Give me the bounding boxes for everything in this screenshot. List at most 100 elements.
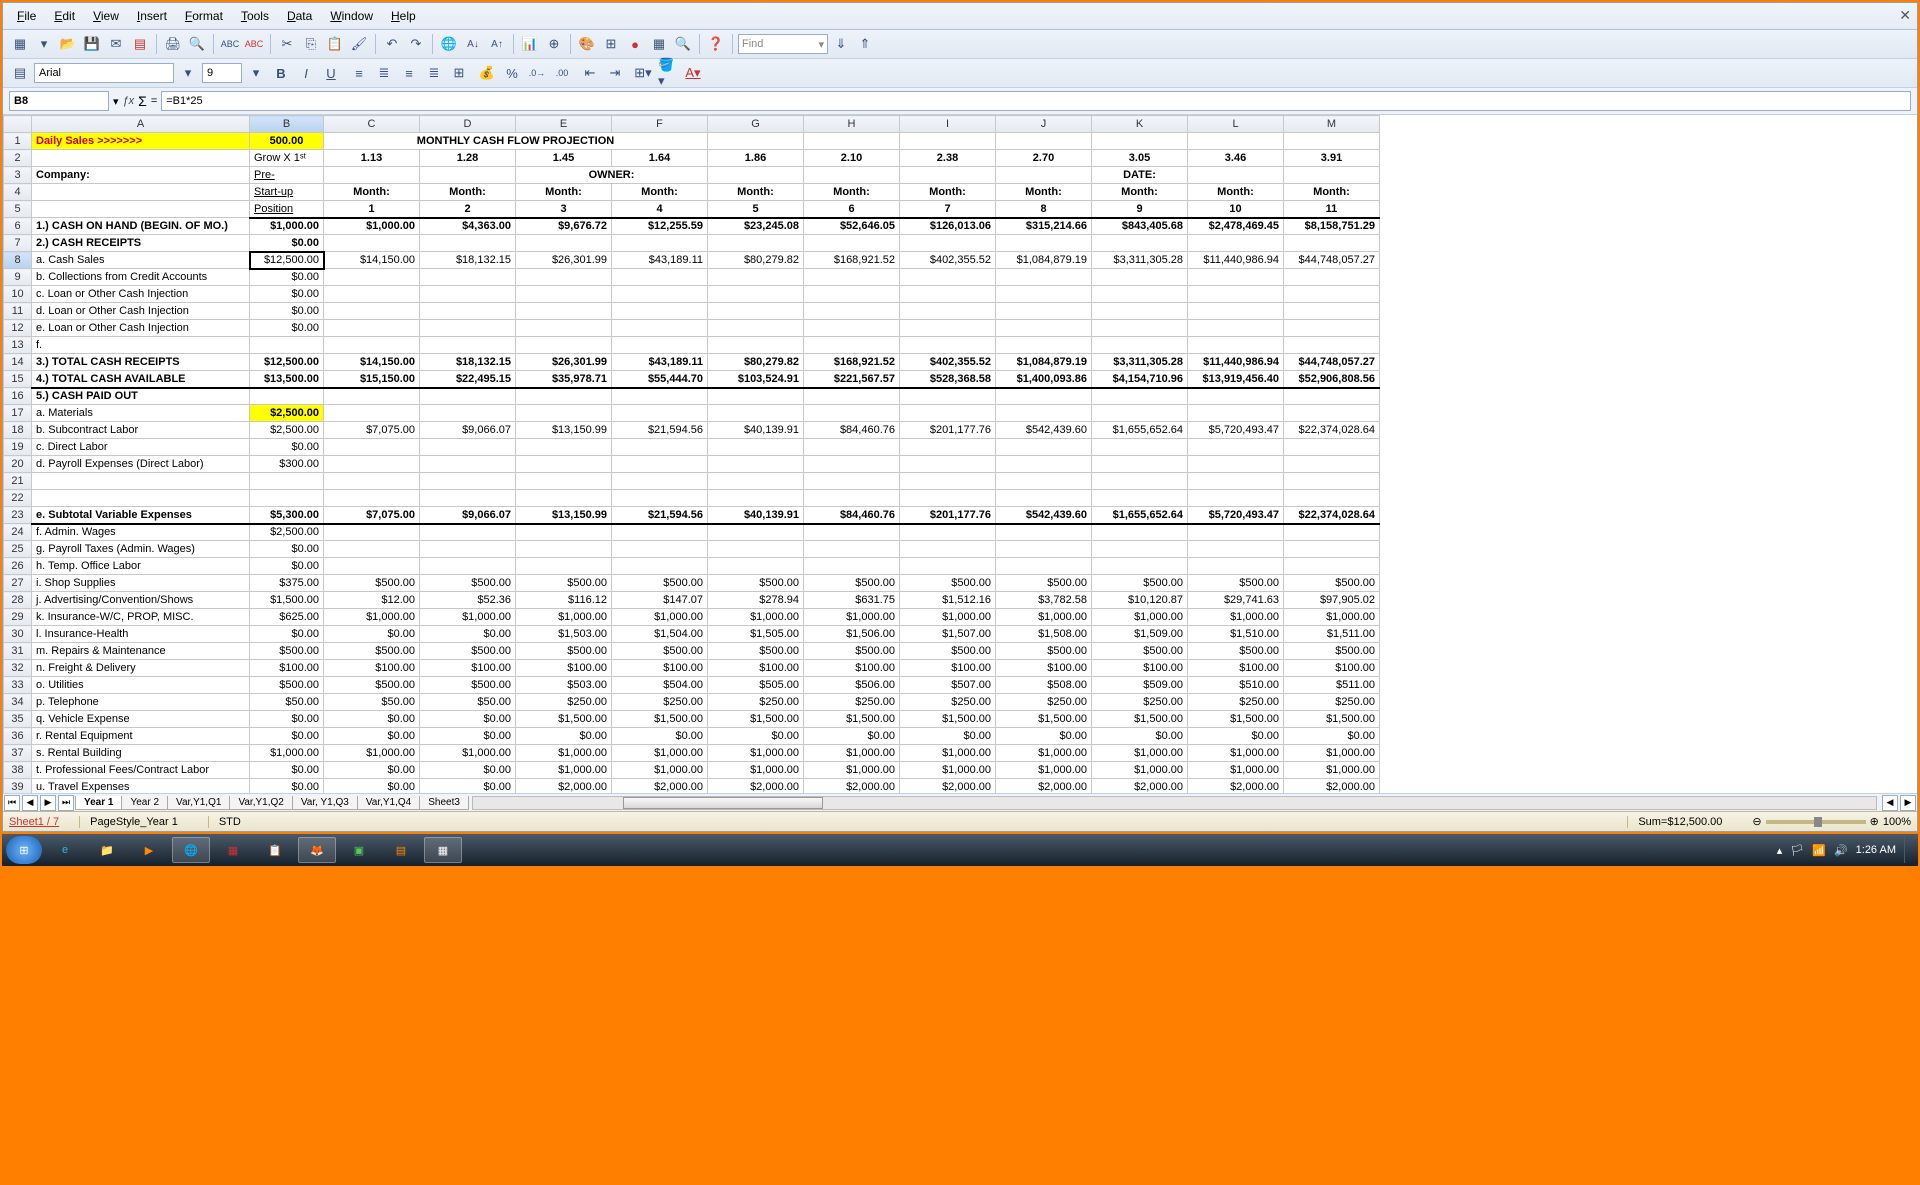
column-header[interactable]: H [804, 116, 900, 133]
row-header[interactable]: 38 [4, 762, 32, 779]
cell[interactable] [1092, 405, 1188, 422]
format-paint-icon[interactable]: 🖌 [348, 33, 370, 55]
find-input[interactable]: Find▾ [738, 34, 828, 54]
media-icon[interactable]: ▶ [130, 837, 168, 863]
menu-insert[interactable]: Insert [131, 7, 173, 25]
column-header[interactable]: E [516, 116, 612, 133]
cell[interactable] [900, 303, 996, 320]
row-header[interactable]: 36 [4, 728, 32, 745]
column-header[interactable]: J [996, 116, 1092, 133]
cell[interactable]: $100.00 [804, 660, 900, 677]
cell[interactable] [804, 473, 900, 490]
cell[interactable] [1188, 490, 1284, 507]
cell[interactable]: $1,000.00 [1092, 745, 1188, 762]
cell[interactable] [516, 405, 612, 422]
cell[interactable]: $528,368.58 [900, 371, 996, 388]
cell[interactable]: $1,511.00 [1284, 626, 1380, 643]
cell[interactable]: $9,066.07 [420, 422, 516, 439]
cell[interactable]: n. Freight & Delivery [32, 660, 250, 677]
cell[interactable]: $500.00 [996, 575, 1092, 592]
cell[interactable] [996, 490, 1092, 507]
cell[interactable] [1284, 320, 1380, 337]
cell[interactable] [708, 456, 804, 473]
row-header[interactable]: 33 [4, 677, 32, 694]
cell[interactable]: $2,500.00 [250, 422, 324, 439]
row-header[interactable]: 31 [4, 643, 32, 660]
cell[interactable]: $13,919,456.40 [1188, 371, 1284, 388]
cell[interactable]: Month: [1092, 184, 1188, 201]
cell[interactable] [420, 269, 516, 286]
cell[interactable] [1092, 456, 1188, 473]
cell[interactable]: $0.00 [250, 320, 324, 337]
cell[interactable] [324, 167, 420, 184]
cell[interactable]: $21,594.56 [612, 422, 708, 439]
row-header[interactable]: 6 [4, 218, 32, 235]
row-header[interactable]: 29 [4, 609, 32, 626]
cell[interactable] [708, 439, 804, 456]
insert-mode-label[interactable]: STD [208, 816, 251, 828]
cell[interactable]: $0.00 [250, 711, 324, 728]
cell[interactable]: $500.00 [516, 575, 612, 592]
add-decimal-icon[interactable]: .0→ [526, 62, 548, 84]
cell[interactable] [1284, 235, 1380, 252]
cell[interactable] [420, 473, 516, 490]
row-header[interactable]: 14 [4, 354, 32, 371]
cell[interactable] [324, 320, 420, 337]
cell[interactable] [900, 235, 996, 252]
pdf-icon[interactable]: ▤ [129, 33, 151, 55]
column-header[interactable]: M [1284, 116, 1380, 133]
print-icon[interactable]: 🖨 [162, 33, 184, 55]
cell[interactable]: $97,905.02 [1284, 592, 1380, 609]
cell[interactable]: $500.00 [420, 575, 516, 592]
cell[interactable]: 3.) TOTAL CASH RECEIPTS [32, 354, 250, 371]
row-header[interactable]: 39 [4, 779, 32, 794]
cell[interactable]: $250.00 [996, 694, 1092, 711]
cell[interactable]: $2,000.00 [1188, 779, 1284, 794]
column-header[interactable]: D [420, 116, 516, 133]
cell[interactable]: $250.00 [1284, 694, 1380, 711]
row-header[interactable]: 32 [4, 660, 32, 677]
cell[interactable] [996, 133, 1092, 150]
cell[interactable]: $50.00 [250, 694, 324, 711]
tray-arrow-icon[interactable]: ▴ [1777, 844, 1783, 857]
cell[interactable]: $10,120.87 [1092, 592, 1188, 609]
cell[interactable] [420, 541, 516, 558]
cell[interactable]: $1,400,093.86 [996, 371, 1092, 388]
cell[interactable]: 1 [324, 201, 420, 218]
firefox-icon[interactable]: 🦊 [298, 837, 336, 863]
fontcolor-icon[interactable]: A▾ [682, 62, 704, 84]
column-header[interactable]: F [612, 116, 708, 133]
cell[interactable]: 2 [420, 201, 516, 218]
font-dropdown-icon[interactable]: ▾ [177, 62, 199, 84]
cell[interactable] [804, 303, 900, 320]
cell[interactable]: $0.00 [324, 626, 420, 643]
cell[interactable]: $0.00 [324, 762, 420, 779]
cell[interactable] [1284, 269, 1380, 286]
cell[interactable]: $2,000.00 [1284, 779, 1380, 794]
cell[interactable]: $625.00 [250, 609, 324, 626]
cell[interactable] [804, 439, 900, 456]
cell[interactable]: $1,500.00 [996, 711, 1092, 728]
row-header[interactable]: 12 [4, 320, 32, 337]
app3-icon[interactable]: ▣ [340, 837, 378, 863]
menu-format[interactable]: Format [179, 7, 229, 25]
cell[interactable] [324, 405, 420, 422]
cell[interactable] [420, 303, 516, 320]
cell[interactable]: i. Shop Supplies [32, 575, 250, 592]
cell[interactable]: $0.00 [1188, 728, 1284, 745]
cell[interactable] [1284, 490, 1380, 507]
cell[interactable] [1188, 541, 1284, 558]
cell[interactable]: $21,594.56 [612, 507, 708, 524]
cell[interactable]: Company: [32, 167, 250, 184]
cell[interactable]: $1,000.00 [324, 218, 420, 235]
cell[interactable] [324, 473, 420, 490]
cell[interactable]: $1,000.00 [324, 609, 420, 626]
cell[interactable]: $250.00 [900, 694, 996, 711]
cell[interactable]: $80,279.82 [708, 354, 804, 371]
cell[interactable] [324, 439, 420, 456]
cell[interactable]: $0.00 [250, 286, 324, 303]
cell[interactable]: $100.00 [900, 660, 996, 677]
cell[interactable]: $300.00 [250, 456, 324, 473]
remove-decimal-icon[interactable]: .00 [551, 62, 573, 84]
cell[interactable] [32, 473, 250, 490]
